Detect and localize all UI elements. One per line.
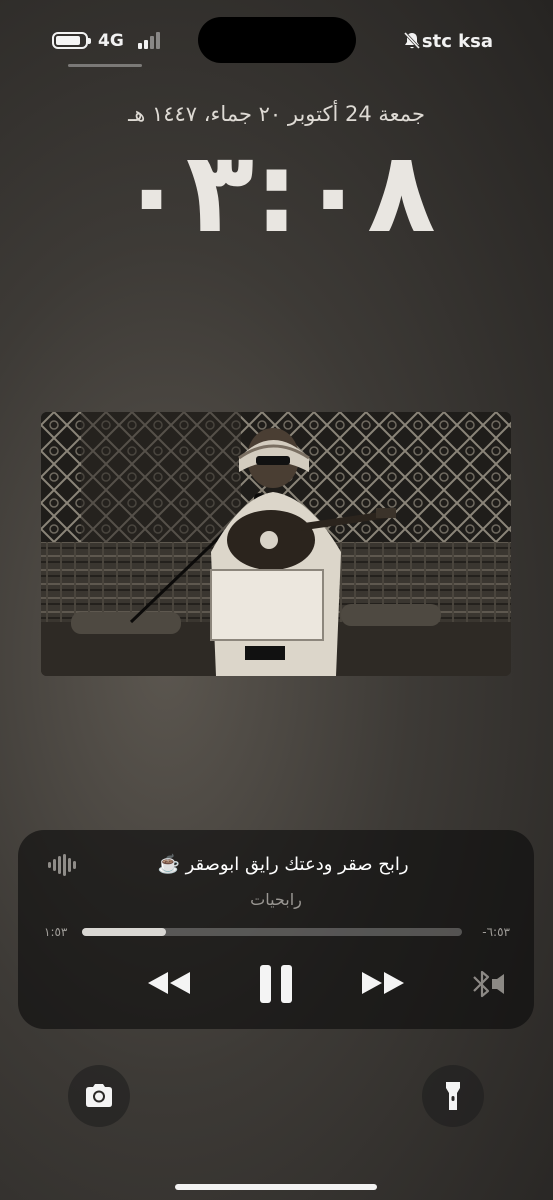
pause-icon bbox=[260, 965, 292, 1003]
status-underline bbox=[68, 64, 142, 67]
camera-icon bbox=[86, 1084, 112, 1107]
fast-forward-icon bbox=[362, 972, 404, 994]
bluetooth-output-icon[interactable] bbox=[468, 970, 508, 998]
time-elapsed: ١:٥٣ bbox=[44, 925, 68, 939]
pause-button[interactable] bbox=[258, 963, 294, 1005]
album-artwork[interactable] bbox=[41, 412, 511, 676]
home-indicator[interactable] bbox=[175, 1184, 377, 1190]
signal-bars-icon bbox=[138, 31, 162, 49]
lock-screen-clock: ٠٣:٠٨ bbox=[117, 128, 436, 258]
waveform-icon bbox=[48, 854, 76, 876]
silent-bell-icon bbox=[403, 31, 421, 50]
dynamic-island bbox=[198, 17, 356, 63]
progress-fill bbox=[82, 928, 166, 936]
song-title: رابح صقر ودعتك رايق ابوصقر ☕️ bbox=[157, 854, 409, 875]
time-remaining: -٦:٥٣ bbox=[482, 925, 510, 939]
flashlight-button[interactable] bbox=[422, 1065, 484, 1127]
progress-scrubber[interactable] bbox=[82, 928, 462, 936]
status-bar: 4G stc ksa bbox=[0, 0, 553, 80]
camera-button[interactable] bbox=[68, 1065, 130, 1127]
artist-name: رابحيات bbox=[250, 890, 302, 909]
rewind-button[interactable] bbox=[146, 968, 192, 998]
rewind-icon bbox=[148, 972, 190, 994]
now-playing-widget[interactable]: رابح صقر ودعتك رايق ابوصقر ☕️ رابحيات ١:… bbox=[18, 830, 534, 1029]
battery-icon bbox=[52, 32, 91, 49]
network-type: 4G bbox=[98, 31, 124, 51]
carrier-name: stc ksa bbox=[421, 31, 493, 52]
flashlight-icon bbox=[446, 1082, 460, 1110]
fast-forward-button[interactable] bbox=[360, 968, 406, 998]
